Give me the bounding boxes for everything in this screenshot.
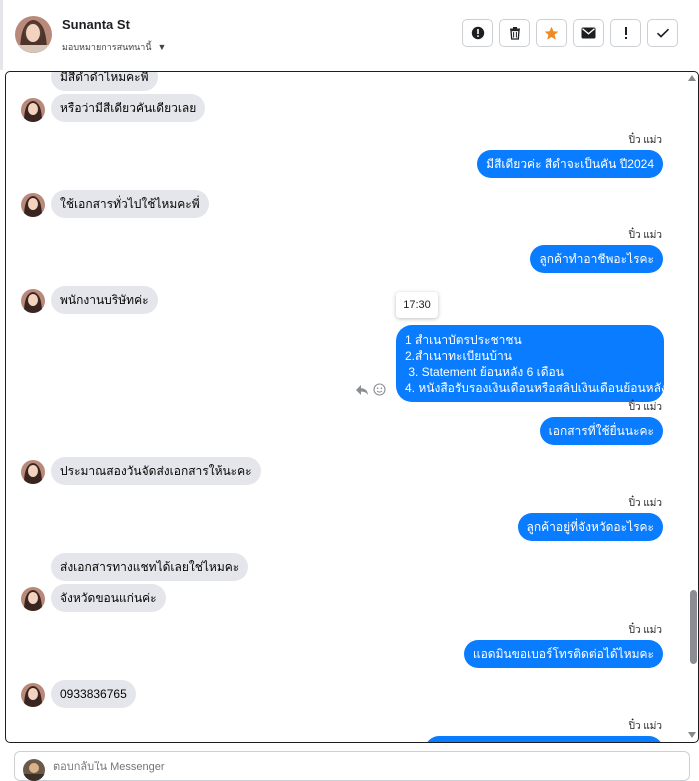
message-line: 2.สำเนาทะเบียนบ้าน <box>405 349 512 363</box>
message-hover-actions <box>355 383 386 396</box>
contact-avatar-small <box>21 460 45 484</box>
contact-avatar-small <box>21 289 45 313</box>
message-line: 4. หนังสือรับรองเงินเดือนหรือสลิปเงินเดื… <box>405 381 667 395</box>
divider <box>0 0 3 70</box>
scrollbar-thumb[interactable] <box>690 590 697 664</box>
sender-name: ปิ๋ว แม่ว <box>628 402 662 413</box>
mark-spam-button[interactable] <box>462 19 493 47</box>
mark-done-button[interactable] <box>647 19 678 47</box>
message-thread[interactable]: มีสีดำดำไหมคะพี่ หรือว่ามีสีเดียวคันเดีย… <box>5 71 699 743</box>
contact-avatar-small <box>21 683 45 707</box>
page-avatar <box>23 759 45 781</box>
message-bubble-incoming[interactable]: หรือว่ามีสีเดียวคันเดียวเลย <box>51 94 206 122</box>
reply-composer[interactable] <box>14 751 690 781</box>
alert-circle-icon <box>471 26 484 40</box>
star-icon <box>544 26 559 40</box>
message-bubble-outgoing[interactable]: ลูกค้าทำอาชีพอะไรคะ <box>530 245 663 273</box>
message-bubble-incoming[interactable]: มีสีดำดำไหมคะพี่ <box>51 72 158 91</box>
sender-name: ปิ๋ว แม่ว <box>628 625 662 636</box>
contact-avatar[interactable] <box>15 16 52 53</box>
scroll-down-arrow-icon[interactable] <box>688 732 696 738</box>
message-bubble-outgoing[interactable]: 1 สำเนาบัตรประชาชน 2.สำเนาทะเบียนบ้าน 3.… <box>396 325 667 402</box>
message-bubble-outgoing[interactable]: แอดมินขอเบอร์โทรติดต่อได้ไหมคะ <box>463 640 663 668</box>
exclamation-icon <box>624 27 627 39</box>
message-bubble-incoming[interactable]: จังหวัดขอนแก่นค่ะ <box>51 584 166 612</box>
conversation-header: Sunanta St มอบหมายการสนทนานี้ ▼ <box>0 0 699 70</box>
sender-name: ปิ๋ว แม่ว <box>628 135 662 146</box>
contact-avatar-small <box>21 98 45 122</box>
conversation-toolbar <box>462 19 678 47</box>
message-bubble-incoming[interactable]: ส่งเอกสารทางแชทได้เลยใช่ไหมคะ <box>51 553 249 581</box>
sender-name: ปิ๋ว แม่ว <box>628 498 662 509</box>
reply-icon[interactable] <box>355 384 369 396</box>
sender-name: ปิ๋ว แม่ว <box>628 721 662 732</box>
scrollbar[interactable] <box>686 72 698 742</box>
emoji-react-icon[interactable] <box>373 383 386 396</box>
contact-avatar-small <box>21 193 45 217</box>
scroll-up-arrow-icon[interactable] <box>688 75 696 81</box>
reply-input[interactable] <box>53 761 453 773</box>
message-bubble-outgoing[interactable] <box>425 736 663 742</box>
assign-label: มอบหมายการสนทนานี้ <box>62 42 152 52</box>
message-bubble-outgoing[interactable]: เอกสารที่ใช้ยื่นนะคะ <box>539 417 663 445</box>
message-bubble-incoming[interactable]: ใช้เอกสารทั่วไปใช้ไหมคะพี่ <box>51 190 209 218</box>
caret-down-icon: ▼ <box>157 42 167 52</box>
message-bubble-incoming[interactable]: ประมาณสองวันจัดส่งเอกสารให้นะคะ <box>51 457 261 485</box>
contact-name[interactable]: Sunanta St <box>62 17 130 32</box>
assign-conversation-dropdown[interactable]: มอบหมายการสนทนานี้ ▼ <box>62 40 166 54</box>
sender-name: ปิ๋ว แม่ว <box>628 230 662 241</box>
message-bubble-incoming[interactable]: 0933836765 <box>51 680 136 708</box>
trash-icon <box>509 27 520 40</box>
mark-unread-button[interactable] <box>573 19 604 47</box>
delete-button[interactable] <box>499 19 530 47</box>
message-line: 1 สำเนาบัตรประชาชน <box>405 333 522 347</box>
contact-avatar-small <box>21 587 45 611</box>
check-icon <box>656 28 669 38</box>
follow-up-button[interactable] <box>610 19 641 47</box>
message-line: 3. Statement ย้อนหลัง 6 เดือน <box>405 365 564 379</box>
message-bubble-outgoing[interactable]: ลูกค้าอยู่ที่จังหวัดอะไรคะ <box>517 513 663 541</box>
message-bubble-outgoing[interactable]: มีสีเดียวค่ะ สีดำจะเป็นคัน ปี2024 <box>477 150 663 178</box>
message-bubble-incoming[interactable]: พนักงานบริษัทค่ะ <box>51 286 158 314</box>
envelope-icon <box>581 27 596 39</box>
star-button[interactable] <box>536 19 567 47</box>
timestamp-tooltip: 17:30 <box>396 292 438 318</box>
